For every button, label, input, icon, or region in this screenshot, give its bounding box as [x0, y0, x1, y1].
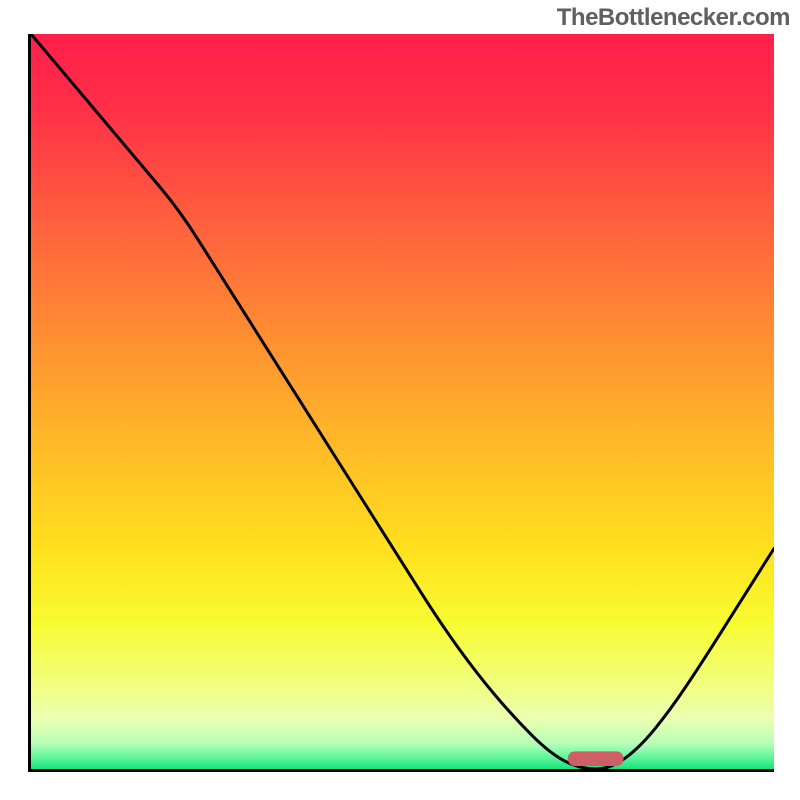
optimal-point-marker	[568, 751, 624, 766]
watermark-text: TheBottlenecker.com	[557, 4, 790, 32]
chart-plot-area	[28, 34, 774, 772]
chart-background-gradient	[31, 34, 774, 769]
chart-svg	[31, 34, 774, 769]
